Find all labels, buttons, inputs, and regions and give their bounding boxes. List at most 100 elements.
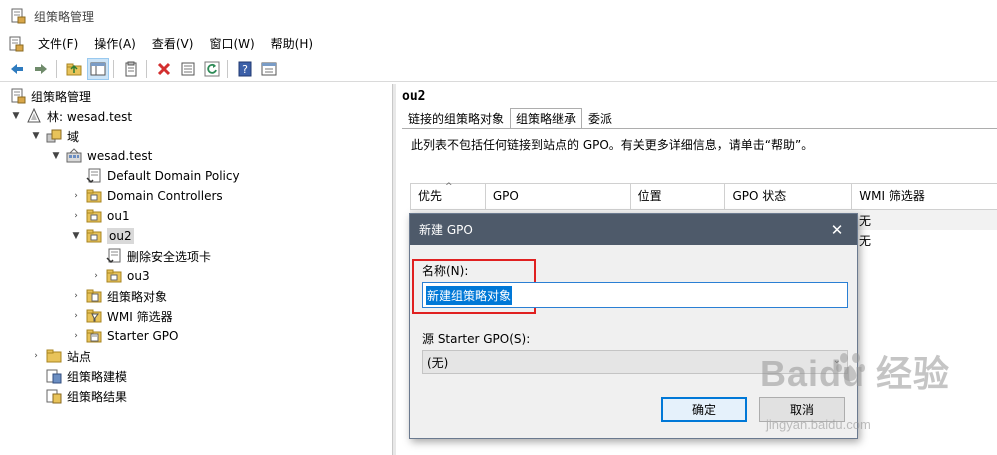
tree-item-gpm-root[interactable]: 组策略管理 <box>10 86 91 106</box>
back-arrow-icon[interactable] <box>6 58 28 80</box>
tree-item-domain-controllers[interactable]: › Domain Controllers <box>70 186 222 206</box>
menu-help[interactable]: 帮助(H) <box>263 33 321 55</box>
col-header-label: 优先 <box>418 189 443 203</box>
tree-label: Default Domain Policy <box>107 169 240 183</box>
tree-label: ou3 <box>127 269 150 283</box>
chevron-right-icon[interactable]: › <box>70 190 82 202</box>
ok-button[interactable]: 确定 <box>661 397 747 422</box>
tree-item-gp-modeling[interactable]: 组策略建模 <box>46 366 127 386</box>
gpo-name-input[interactable]: 新建组策略对象 <box>422 282 848 308</box>
chevron-right-icon[interactable]: › <box>70 330 82 342</box>
inheritance-table-header: ^ 优先 GPO 位置 GPO 状态 WMI 筛选器 <box>410 182 997 210</box>
gpo-name-value: 新建组策略对象 <box>426 285 513 305</box>
tree-pane-splitter[interactable] <box>393 84 396 455</box>
delete-icon[interactable] <box>153 58 175 80</box>
refresh-icon[interactable] <box>201 58 223 80</box>
properties-icon[interactable] <box>177 58 199 80</box>
window-title: 组策略管理 <box>34 9 95 24</box>
tree-item-sites[interactable]: › 站点 <box>30 346 91 366</box>
help-icon[interactable]: ? <box>234 58 256 80</box>
col-header-wmi-filter[interactable]: WMI 筛选器 <box>852 184 997 209</box>
ou-folder-icon <box>86 209 102 223</box>
chevron-down-icon[interactable]: ▼ <box>10 110 22 122</box>
tree-item-domain[interactable]: ▼ wesad.test <box>50 146 152 166</box>
watermark-brand: Baidu 经验 <box>760 353 951 394</box>
starter-gpo-folder-icon <box>86 329 102 343</box>
tree-label: 林: wesad.test <box>47 109 133 124</box>
tab-delegation[interactable]: 委派 <box>582 108 618 129</box>
toolbar-separator <box>227 59 228 78</box>
col-header-precedence[interactable]: ^ 优先 <box>411 182 486 209</box>
gpmc-menu-icon[interactable] <box>8 36 24 52</box>
menu-bar: 文件(F) 操作(A) 查看(V) 窗口(W) 帮助(H) <box>0 33 997 55</box>
col-header-location[interactable]: 位置 <box>631 184 726 209</box>
name-label: 名称(N): <box>422 264 469 278</box>
chevron-down-icon[interactable]: ▼ <box>50 150 62 162</box>
col-header-label: GPO <box>492 189 519 203</box>
tab-gp-inheritance[interactable]: 组策略继承 <box>510 108 583 129</box>
gpo-link-icon <box>86 168 101 184</box>
chevron-right-icon[interactable]: › <box>30 350 42 362</box>
ou-folder-icon <box>106 269 122 283</box>
gpmc-app-icon <box>11 8 26 24</box>
tree-label: 站点 <box>67 349 92 364</box>
gpmc-icon <box>11 88 26 104</box>
tree-item-ou3[interactable]: › ou3 <box>90 266 150 286</box>
tree-label: ou1 <box>107 209 130 223</box>
gp-results-icon <box>46 389 62 404</box>
tree-label: 删除安全选项卡 <box>127 249 212 264</box>
domains-icon <box>46 129 62 143</box>
tree-item-delete-security-tab[interactable]: 删除安全选项卡 <box>106 246 211 266</box>
chevron-right-icon[interactable]: › <box>90 270 102 282</box>
tree-item-starter-gpo[interactable]: › Starter GPO <box>70 326 178 346</box>
ou-folder-icon <box>86 229 102 243</box>
gpo-folder-icon <box>86 289 102 303</box>
tree-label: 域 <box>67 129 80 144</box>
dialog-title: 新建 GPO <box>419 223 473 237</box>
col-header-label: WMI 筛选器 <box>859 189 925 203</box>
tree-label: 组策略对象 <box>107 289 168 304</box>
tree-item-gpo-objects[interactable]: › 组策略对象 <box>70 286 167 306</box>
close-icon[interactable]: ✕ <box>827 221 847 239</box>
chevron-right-icon[interactable]: › <box>70 210 82 222</box>
menu-action[interactable]: 操作(A) <box>86 33 144 55</box>
inheritance-description: 此列表不包括任何链接到站点的 GPO。有关更多详细信息，请单击“帮助”。 <box>411 138 814 152</box>
tree-item-domains[interactable]: ▼ 域 <box>30 126 79 146</box>
console-tree[interactable]: 组策略管理 ▼ 林: wesad.test ▼ 域 ▼ wesad.test D… <box>0 84 393 455</box>
menu-file[interactable]: 文件(F) <box>30 33 86 55</box>
tree-label: wesad.test <box>87 149 153 163</box>
chevron-right-icon[interactable]: › <box>70 310 82 322</box>
wmi-folder-icon <box>86 309 102 323</box>
tree-item-ou2[interactable]: ▼ ou2 <box>70 226 134 246</box>
tree-label: Starter GPO <box>107 329 179 343</box>
tree-item-forest[interactable]: ▼ 林: wesad.test <box>10 106 132 126</box>
col-header-label: 位置 <box>637 189 662 203</box>
menu-window[interactable]: 窗口(W) <box>201 33 262 55</box>
chevron-right-icon[interactable]: › <box>70 290 82 302</box>
col-header-label: GPO 状态 <box>732 189 787 203</box>
toolbar-separator <box>113 59 114 78</box>
tree-item-default-domain-policy[interactable]: Default Domain Policy <box>86 166 240 186</box>
clipboard-icon[interactable] <box>120 58 142 80</box>
tree-label: 组策略管理 <box>31 89 92 104</box>
source-starter-gpo-label: 源 Starter GPO(S): <box>422 332 531 346</box>
sites-icon <box>46 349 62 363</box>
dialog-titlebar[interactable]: 新建 GPO ✕ <box>410 214 857 245</box>
tree-item-ou1[interactable]: › ou1 <box>70 206 130 226</box>
tab-strip: 链接的组策略对象 组策略继承 委派 <box>402 108 618 129</box>
toolbar: ? <box>0 56 997 82</box>
tree-item-wmi-filters[interactable]: › WMI 筛选器 <box>70 306 173 326</box>
tab-linked-gpos[interactable]: 链接的组策略对象 <box>402 108 510 129</box>
cell-wmi-filter: 无 <box>859 234 872 248</box>
chevron-down-icon[interactable]: ▼ <box>30 130 42 142</box>
forward-arrow-icon[interactable] <box>30 58 52 80</box>
tab-divider <box>402 128 997 129</box>
tree-item-gp-results[interactable]: 组策略结果 <box>46 386 127 406</box>
show-hide-tree-icon[interactable] <box>87 57 109 80</box>
menu-view[interactable]: 查看(V) <box>144 33 202 55</box>
up-folder-icon[interactable] <box>63 58 85 80</box>
col-header-gpo[interactable]: GPO <box>486 184 631 209</box>
chevron-down-icon[interactable]: ▼ <box>70 230 82 242</box>
view-icon[interactable] <box>258 58 280 80</box>
col-header-gpo-status[interactable]: GPO 状态 <box>725 184 853 209</box>
